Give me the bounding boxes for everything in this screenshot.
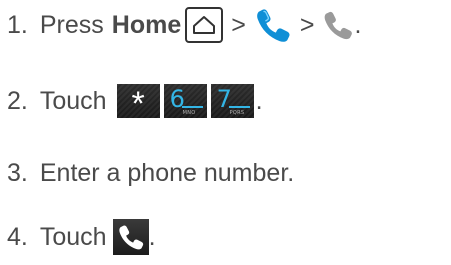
step-text: Touch [39, 87, 107, 115]
separator: > [231, 11, 246, 39]
step-number: 3. [7, 159, 28, 187]
star-symbol: * [131, 85, 145, 118]
home-label: Home [111, 11, 182, 39]
step-text: Press [39, 11, 104, 39]
star-key-icon: * [116, 84, 160, 118]
key-letters: PQRS [229, 110, 245, 116]
step-text: Enter a phone number. [39, 159, 295, 187]
step-4: 4. Touch . [7, 219, 156, 255]
step-number: 1. [7, 11, 28, 39]
step-1: 1. Press Home > > . [7, 6, 361, 44]
call-button-icon [112, 219, 149, 255]
step-end: . [255, 87, 263, 115]
step-number: 2. [7, 87, 28, 115]
separator: > [299, 11, 315, 39]
home-key-icon [185, 7, 224, 43]
six-key-icon: 6 MNO [163, 84, 207, 118]
step-end: . [148, 223, 156, 251]
key-letters: MNO [182, 110, 196, 116]
seven-key-icon: 7 PQRS [210, 84, 254, 118]
step-number: 4. [7, 223, 28, 251]
step-2: 2. Touch * 6 MNO 7 PQRS . [7, 84, 263, 118]
step-text: Touch [39, 223, 107, 251]
phone-tab-icon [322, 9, 354, 41]
step-end: . [354, 11, 362, 39]
step-3: 3. Enter a phone number. [7, 158, 294, 188]
phone-app-icon [254, 6, 292, 44]
